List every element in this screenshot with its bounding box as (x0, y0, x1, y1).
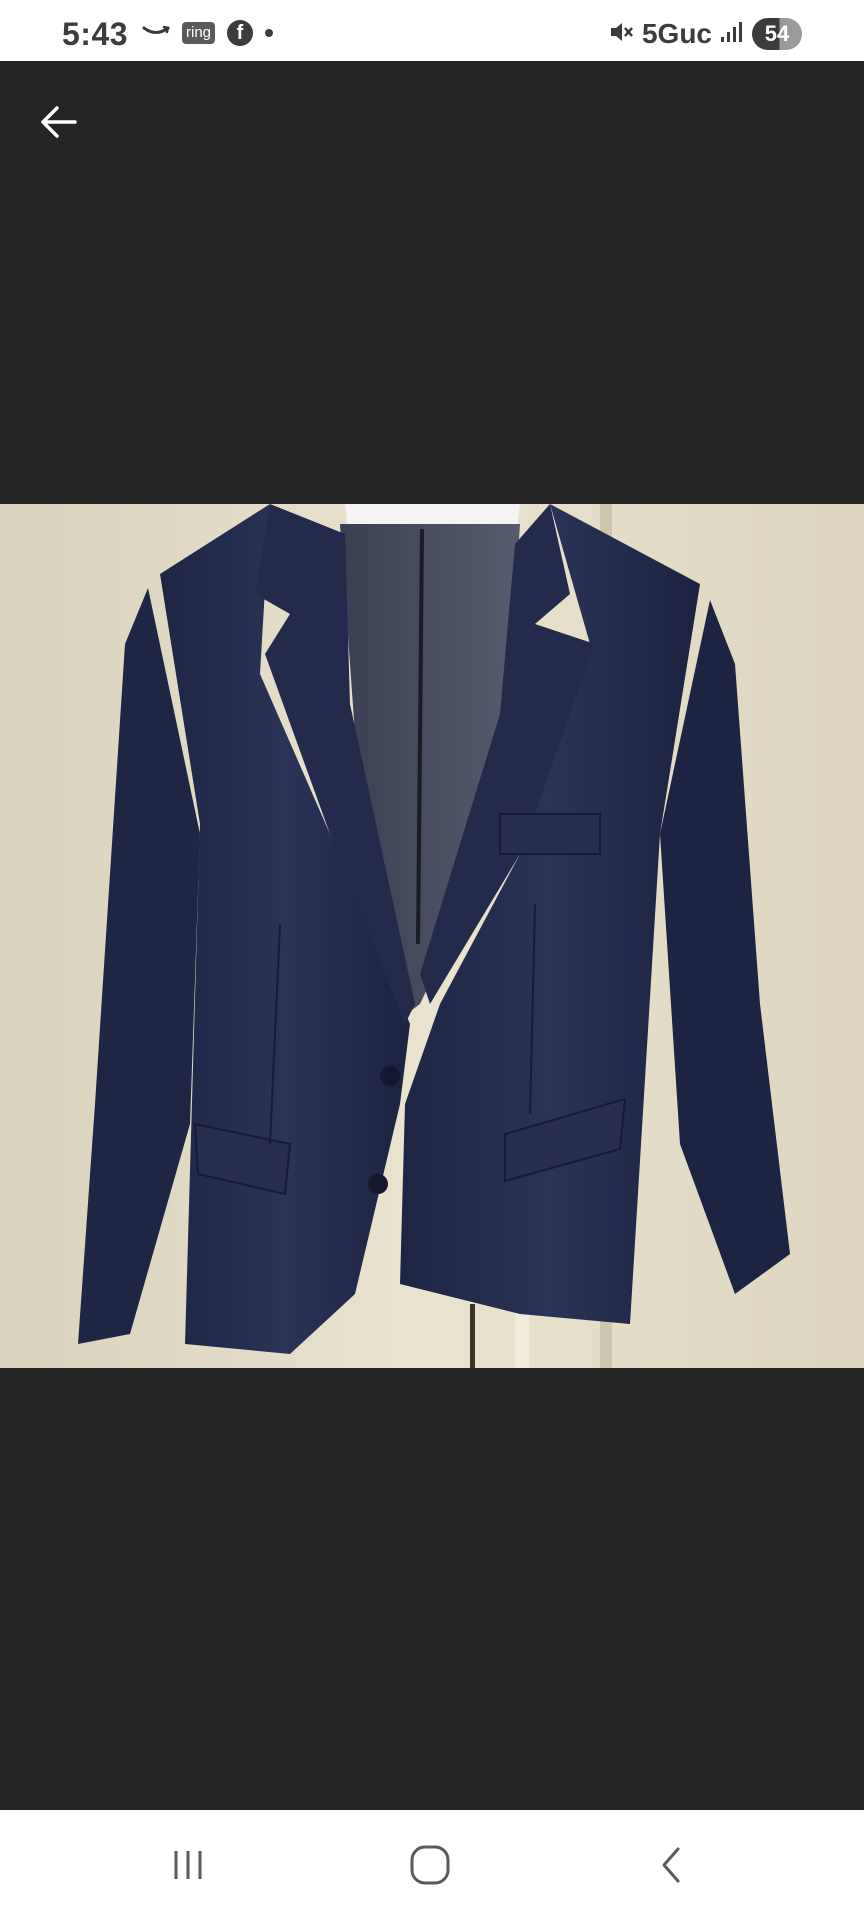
arrow-left-icon (41, 106, 77, 138)
battery-indicator: 54 (752, 18, 802, 50)
image-viewer (0, 61, 864, 1810)
muted-speaker-icon (608, 19, 634, 50)
ring-icon: ring (182, 22, 216, 44)
blazer-photo-illustration (0, 504, 864, 1368)
signal-bars-icon (720, 20, 744, 49)
home-button[interactable] (380, 1830, 480, 1900)
network-type-label: 5Guc (641, 18, 712, 49)
nav-back-button[interactable] (622, 1830, 722, 1900)
recents-icon (174, 1851, 202, 1879)
product-photo[interactable] (0, 504, 864, 1368)
amazon-smile-icon (142, 23, 170, 44)
facebook-icon: f (227, 20, 254, 46)
chevron-left-icon (662, 1847, 680, 1883)
recents-button[interactable] (138, 1830, 238, 1900)
status-time: 5:43 (62, 16, 129, 52)
back-button[interactable] (34, 97, 84, 147)
status-right-icons: 5Guc 54 (608, 18, 802, 50)
more-notifications-dot-icon (265, 29, 274, 37)
status-bar: 5:43 ring f 5Guc 54 (0, 0, 864, 61)
home-icon (410, 1845, 450, 1885)
system-navigation-bar (0, 1810, 864, 1920)
notification-icons: ring f (142, 20, 274, 46)
